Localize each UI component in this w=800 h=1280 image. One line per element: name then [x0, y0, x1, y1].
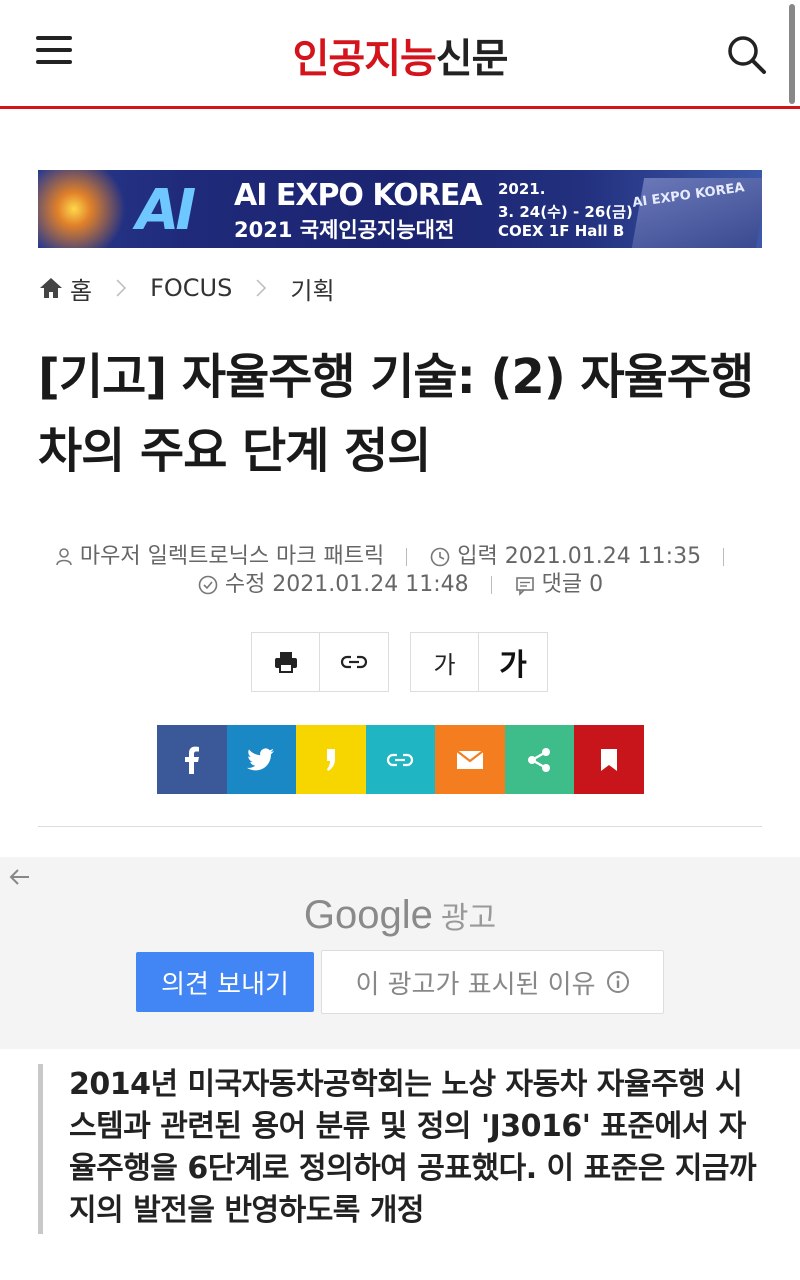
print-icon [274, 652, 297, 673]
mail-icon [456, 749, 484, 769]
comment-info[interactable]: 댓글 0 [514, 570, 603, 600]
chevron-right-icon [256, 279, 267, 297]
back-arrow-icon[interactable] [8, 865, 32, 889]
send-feedback-button[interactable]: 의견 보내기 [136, 952, 314, 1012]
site-header: 인공지능신문 [0, 0, 800, 110]
share-link-button[interactable] [365, 725, 435, 794]
clock-icon [430, 547, 450, 567]
author-name: 마우저 일렉트로닉스 마크 패트릭 [79, 544, 385, 569]
user-icon [56, 548, 72, 566]
logo-dark-text: 신문 [435, 36, 509, 82]
why-this-ad-button[interactable]: 이 광고가 표시된 이유 [321, 950, 664, 1014]
scrollbar[interactable] [789, 4, 795, 104]
section-divider [38, 826, 762, 827]
share-more-button[interactable] [504, 725, 574, 794]
google-logo: Google [303, 893, 433, 937]
meta-divider [723, 548, 725, 566]
share-facebook-button[interactable] [157, 725, 227, 794]
banner-title: AI EXPO KOREA [234, 178, 483, 213]
ad-label: 광고 [440, 901, 497, 936]
article-tools [251, 632, 389, 692]
bookmark-icon [600, 748, 617, 771]
share-twitter-button[interactable] [226, 725, 296, 794]
link-icon [340, 655, 368, 669]
why-this-ad-label: 이 광고가 표시된 이유 [355, 969, 596, 1000]
banner-subtitle: 2021 국제인공지능대전 [234, 218, 455, 242]
breadcrumb-subsection[interactable]: 기획 [290, 271, 334, 306]
font-decrease-button[interactable]: 가 [410, 632, 479, 692]
author-info: 마우저 일렉트로닉스 마크 패트릭 [54, 542, 384, 572]
google-ad-label: Google 광고 [0, 893, 800, 938]
banner-year: 2021. [498, 180, 546, 198]
published-info: 입력 2021.01.24 11:35 [429, 542, 701, 572]
info-icon [606, 971, 629, 993]
published-date: 입력 2021.01.24 11:35 [457, 544, 702, 569]
home-icon [40, 278, 62, 298]
copy-link-button[interactable] [320, 632, 389, 692]
comment-icon [515, 577, 534, 596]
kakao-icon [326, 748, 335, 771]
modified-date: 수정 2021.01.24 11:48 [224, 572, 469, 597]
comment-count: 댓글 0 [541, 572, 604, 597]
link-icon [387, 753, 414, 766]
font-size-tools: 가 가 [410, 632, 548, 692]
font-increase-button[interactable]: 가 [479, 632, 548, 692]
article-title: [기고] 자율주행 기술: (2) 자율주행차의 주요 단계 정의 [38, 349, 754, 479]
expo-banner[interactable]: AI AI EXPO KOREA 2021 국제인공지능대전 2021. 3. … [38, 170, 762, 248]
twitter-icon [247, 747, 275, 770]
chevron-right-icon [116, 279, 127, 297]
breadcrumb-home[interactable]: 홈 [70, 271, 92, 306]
header-divider [0, 106, 800, 109]
site-logo[interactable]: 인공지능신문 [0, 26, 800, 84]
print-button[interactable] [251, 632, 320, 692]
banner-dates: 3. 24(수) - 26(금) [498, 203, 633, 221]
breadcrumb: 홈 FOCUS 기획 [38, 271, 335, 306]
meta-divider [406, 548, 408, 566]
search-icon[interactable] [724, 32, 768, 76]
logo-red-text: 인공지능 [292, 36, 437, 82]
share-kakao-button[interactable] [296, 725, 366, 794]
share-icon [528, 747, 551, 772]
banner-venue: COEX 1F Hall B [498, 222, 625, 240]
article-summary: 2014년 미국자동차공학회는 노상 자동차 자율주행 시스템과 관련된 용어 … [38, 1064, 762, 1234]
share-email-button[interactable] [435, 725, 505, 794]
meta-divider [490, 576, 492, 594]
google-ad-feedback: Google 광고 의견 보내기 이 광고가 표시된 이유 [0, 857, 800, 1049]
check-circle-icon [198, 575, 218, 595]
breadcrumb-section[interactable]: FOCUS [150, 274, 232, 302]
modified-info: 수정 2021.01.24 11:48 [197, 570, 469, 600]
bookmark-button[interactable] [574, 725, 644, 794]
article-meta: 마우저 일렉트로닉스 마크 패트릭 입력 2021.01.24 11:35 수정… [0, 542, 800, 600]
share-bar [157, 725, 644, 794]
banner-ai-mark: AI [136, 178, 196, 243]
facebook-icon [184, 746, 199, 774]
